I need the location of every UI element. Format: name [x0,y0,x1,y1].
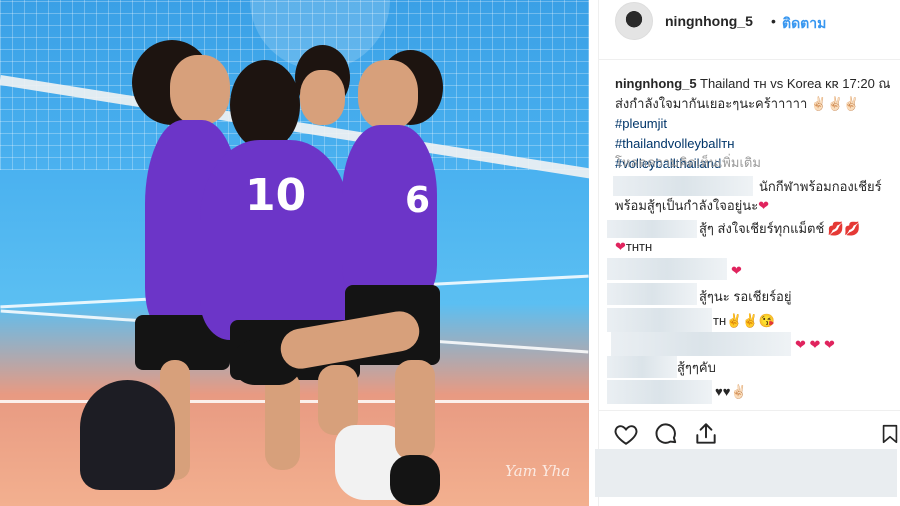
blurred-username [607,220,697,238]
heart-emoji-icon: ❤ [731,263,742,278]
comment-item: พร้อมสู้ๆเป็นกำลังใจอยู่นะ❤ [615,196,769,216]
hashtag-link[interactable]: #thailandvolleyballᴛʜ [615,134,897,154]
comment-item: ᴛʜ✌✌😘 [713,311,775,331]
comment-text: ᴛʜ [713,313,727,328]
header-username[interactable]: ningnhong_5 [665,13,753,29]
avatar[interactable] [615,2,653,40]
bookmark-icon[interactable] [879,421,900,447]
blurred-likes-area [595,449,897,497]
load-more-comments[interactable]: โหลดความคิดเห็นเพิ่มเติม [615,152,761,173]
jersey-number: 6 [405,180,431,221]
blurred-username [607,380,712,404]
comment-text: สู้ๆนะ รอเชียร์อยู่ [699,289,792,304]
blurred-username [607,283,697,305]
comment-text: สู้ๆๆคับ [677,360,716,375]
emoji-group-icon: ♥♥✌🏻 [715,384,747,399]
share-upload-icon[interactable] [693,421,719,447]
heart-emoji-icon: ❤ [758,198,770,213]
player-leg [395,360,435,460]
blurred-username [607,356,677,378]
player-sock [390,455,440,505]
comment-item: ❤ᴛʜᴛʜ [615,237,652,257]
photo-watermark: Yam Yha [505,462,571,480]
post-header: ningnhong_5 • ติดตาม [599,0,900,60]
player-hair [230,60,300,150]
heart-emoji-icon: ❤ [615,239,626,254]
comment-text: สู้ๆ ส่งใจเชียร์ทุกแม็ตช์ [699,221,825,236]
player-face [358,60,418,130]
comment-item: สู้ๆ ส่งใจเชียร์ทุกแม็ตช์ 💋💋 [699,219,860,239]
hashtag-link[interactable]: #pleumjit [615,114,897,134]
emoji-group-icon: ✌✌😘 [726,313,775,328]
comment-text: นักกีฬาพร้อมกองเชียร์ [759,179,882,194]
post-photo[interactable]: 10 6 Yam Yha [0,0,589,506]
player-face [300,70,345,125]
separator-dot: • [771,13,776,29]
jersey-number: 10 [245,170,307,221]
follow-button[interactable]: ติดตาม [782,13,826,35]
caption-username[interactable]: ningnhong_5 [615,76,697,91]
comment-text: ᴛʜᴛʜ [625,239,653,254]
heart-outline-icon[interactable] [613,421,639,447]
blurred-username [607,308,712,332]
blurred-username [611,332,791,356]
kiss-emoji-icon: 💋💋 [827,221,861,236]
comment-text: พร้อมสู้ๆเป็นกำลังใจอยู่นะ [615,198,759,213]
player-leg [265,370,300,470]
player-face [170,55,230,125]
spectator-silhouette [80,380,175,490]
instagram-post: 10 6 Yam Yha ningnhong_5 • ติดตาม ningnh… [0,0,900,506]
heart-emoji-icon: ❤ ❤ ❤ [795,337,835,352]
speech-bubble-icon[interactable] [653,421,679,447]
post-side-panel: ningnhong_5 • ติดตาม ningnhong_5 Thailan… [595,0,900,506]
blurred-username [613,176,753,196]
blurred-username [607,258,727,280]
